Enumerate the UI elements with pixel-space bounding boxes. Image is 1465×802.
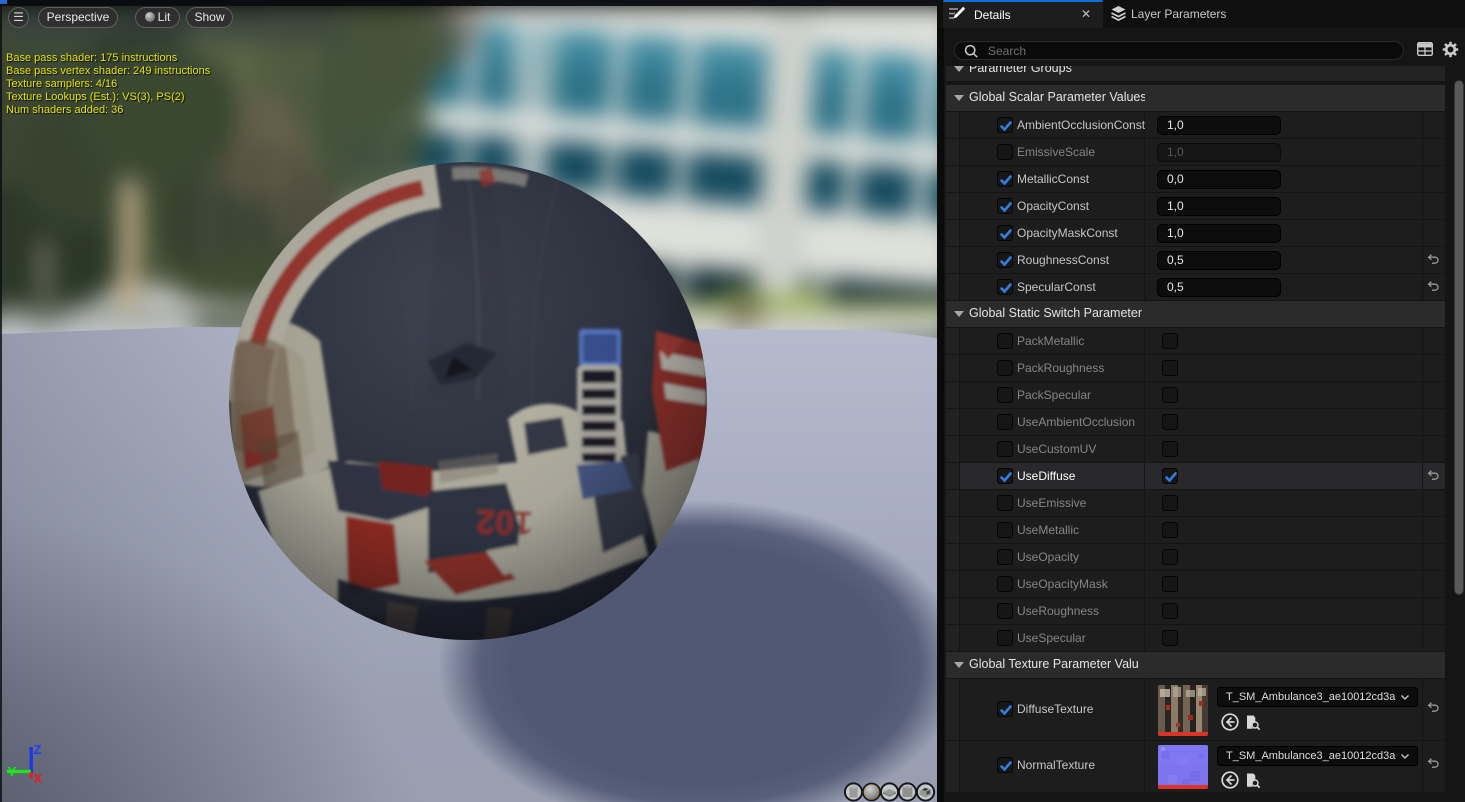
svg-text:X: X [34,771,43,786]
svg-text:Z: Z [34,742,42,757]
svg-text:Y: Y [8,764,17,779]
